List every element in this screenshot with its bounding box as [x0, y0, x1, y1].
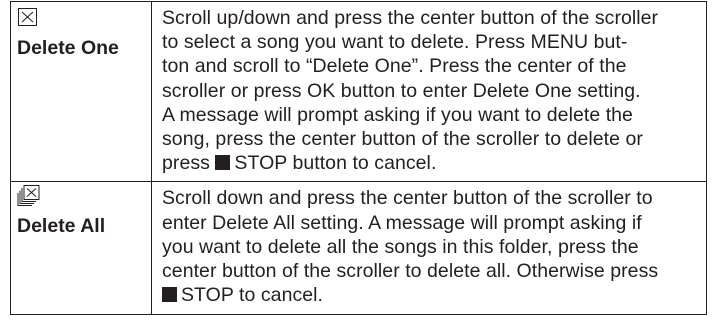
delete-one-description: Scroll up/down and press the center butt… — [151, 0, 707, 183]
stop-text: STOP button to cancel. — [234, 152, 437, 175]
description-line: you want to delete all the songs in this… — [162, 235, 639, 258]
description-line: scroller or press OK button to enter Del… — [162, 79, 641, 102]
stop-square-icon — [215, 155, 231, 171]
stop-instruction-line: STOP to cancel. — [162, 283, 698, 307]
instruction-table: Delete One Scroll up/down and press the … — [10, 0, 707, 316]
delete-all-icon — [17, 184, 40, 207]
description-line: A message will prompt asking if you want… — [162, 103, 633, 126]
description-line: ton and scroll to “Delete One”. Press th… — [162, 55, 627, 78]
delete-all-row: Delete All Scroll down and press the cen… — [10, 181, 707, 316]
delete-all-description: Scroll down and press the center button … — [151, 181, 707, 316]
description-line: song, press the center button of the scr… — [162, 128, 643, 151]
stop-text: STOP to cancel. — [181, 284, 324, 307]
delete-one-label: Delete One — [17, 37, 119, 59]
delete-one-label-cell: Delete One — [10, 0, 152, 183]
delete-all-label-cell: Delete All — [10, 181, 152, 316]
description-line: enter Delete All setting. A message will… — [162, 211, 642, 234]
description-line: Scroll down and press the center button … — [162, 187, 653, 210]
delete-one-row: Delete One Scroll up/down and press the … — [10, 0, 707, 183]
delete-one-icon — [17, 6, 39, 28]
delete-all-label: Delete All — [17, 215, 106, 238]
description-line: to select a song you want to delete. Pre… — [162, 31, 628, 54]
description-line: Scroll up/down and press the center butt… — [162, 7, 659, 29]
stop-instruction-line: press STOP button to cancel. — [162, 151, 698, 175]
stop-prefix-text: press — [162, 152, 210, 175]
description-line: center button of the scroller to delete … — [162, 260, 659, 283]
stop-square-icon — [162, 287, 177, 303]
